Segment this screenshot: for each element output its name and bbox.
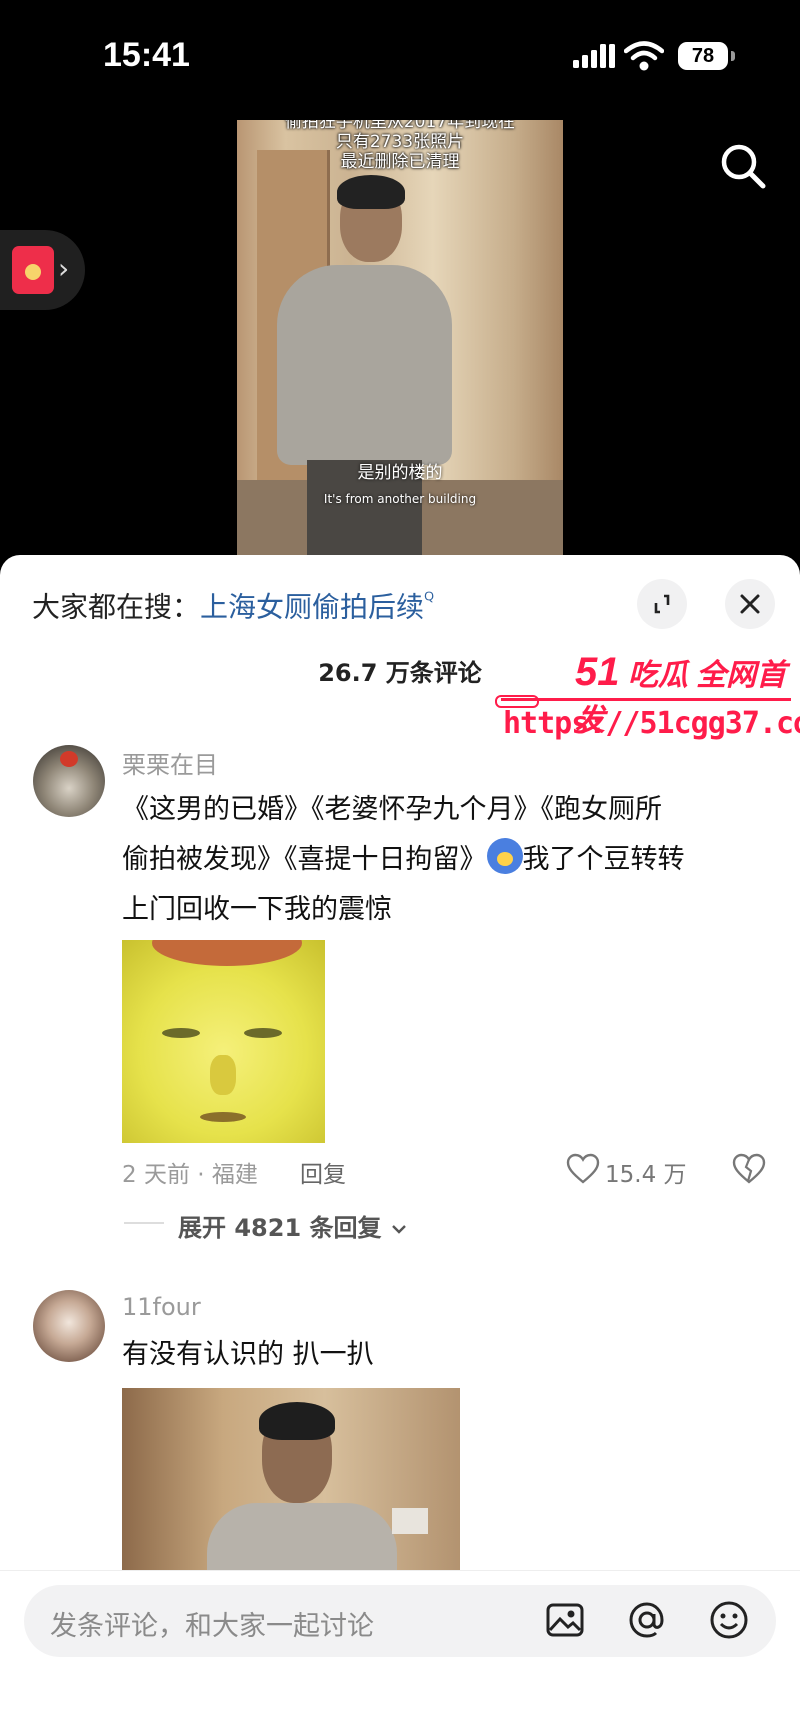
cellular-signal-icon: [573, 44, 615, 68]
reply-button[interactable]: 回复: [300, 1155, 346, 1189]
red-packet-coin: [25, 264, 41, 280]
hot-search-magnifier-icon: ꟴ: [424, 587, 435, 611]
hot-search-bar[interactable]: 大家都在搜：上海女厕偷拍后续ꟴ: [32, 585, 434, 625]
watermark-url: https://51cgg37.com: [503, 706, 800, 741]
video-player[interactable]: 偷拍狂手机里从2017年到现在 只有2733张照片 最近删除已清理 是别的楼的 …: [237, 120, 563, 555]
status-time: 15:41: [103, 36, 190, 74]
comment-text-segment: 偷拍被发现》《喜提十日拘留》: [122, 844, 487, 875]
comment-text-segment: 我了个豆转转: [522, 844, 685, 875]
comment-text-line: 《这男的已婚》《老婆怀孕九个月》《跑女厕所: [122, 794, 662, 825]
comment-composer: 发条评论，和大家一起讨论: [0, 1570, 800, 1736]
avatar[interactable]: [33, 745, 105, 817]
wifi-icon: [624, 41, 664, 71]
photo-wall-sign: [392, 1508, 428, 1534]
comment-text-line: 偷拍被发现》《喜提十日拘留》 我了个豆转转: [122, 835, 782, 885]
video-caption-line: 只有2733张照片: [335, 132, 465, 152]
video-caption-top: 偷拍狂手机里从2017年到现在 只有2733张照片 最近删除已清理: [237, 120, 563, 172]
status-bar: 15:41 78: [0, 0, 800, 120]
photo-person-body: [207, 1503, 397, 1573]
photo-person-hair: [259, 1402, 335, 1440]
comment-input-placeholder: 发条评论，和大家一起讨论: [50, 1611, 374, 1642]
hot-search-prefix: 大家都在搜：: [32, 590, 201, 624]
sticker-hat: [152, 940, 302, 966]
comment-image[interactable]: [122, 1388, 460, 1573]
search-icon[interactable]: [715, 138, 771, 194]
battery-indicator: 78: [678, 42, 728, 70]
close-button[interactable]: [725, 579, 775, 629]
dislike-icon[interactable]: [732, 1153, 766, 1185]
expand-icon: [654, 594, 670, 614]
expand-button[interactable]: [637, 579, 687, 629]
at-icon[interactable]: [624, 1597, 670, 1643]
red-packet-button[interactable]: ›: [0, 230, 85, 310]
comment-text-line: 上门回收一下我的震惊: [122, 894, 392, 925]
sticker-nose: [210, 1055, 236, 1095]
watermark: 51 吃瓜 全网首发 https://51cgg37.com: [495, 650, 800, 750]
expand-replies-label: 展开 4821 条回复: [178, 1214, 382, 1242]
emoji-icon[interactable]: [706, 1597, 752, 1643]
video-caption-line: 最近删除已清理: [340, 152, 460, 172]
video-person-body: [277, 265, 452, 465]
watermark-line: [501, 698, 791, 701]
comment-username[interactable]: 11four: [122, 1293, 201, 1321]
sticker-mouth: [200, 1112, 246, 1122]
avatar[interactable]: [33, 1290, 105, 1362]
comment-text: 有没有认识的 扒一扒: [122, 1339, 374, 1370]
expand-divider: [124, 1222, 164, 1224]
comment-username[interactable]: 栗栗在目: [122, 745, 218, 780]
heart-icon[interactable]: [566, 1153, 600, 1185]
like-count: 15.4 万: [605, 1162, 687, 1188]
chevron-right-icon: ›: [58, 252, 70, 285]
watermark-brand-num: 51: [575, 650, 620, 694]
expand-replies-button[interactable]: 展开 4821 条回复: [178, 1208, 408, 1243]
comment-sticker-image[interactable]: [122, 940, 325, 1143]
hot-search-link[interactable]: 上海女厕偷拍后续: [200, 590, 424, 623]
sticker-eye: [244, 1028, 282, 1038]
video-subtitle-en: It's from another building: [323, 492, 477, 506]
video-person-hair: [337, 175, 405, 209]
comment-text: 《这男的已婚》《老婆怀孕九个月》《跑女厕所 偷拍被发现》《喜提十日拘留》 我了个豆…: [122, 785, 782, 935]
sticker-eye: [162, 1028, 200, 1038]
video-caption-line: 偷拍狂手机里从2017年到现在: [284, 120, 516, 132]
comment-meta: 2 天前 · 福建: [122, 1162, 258, 1188]
comment-input[interactable]: 发条评论，和大家一起讨论: [24, 1585, 776, 1657]
close-icon: [740, 594, 760, 614]
image-icon[interactable]: [542, 1597, 588, 1643]
emoji-icon: [486, 838, 523, 874]
chevron-down-icon: [392, 1225, 406, 1234]
battery-nub: [731, 51, 735, 61]
avatar-apple: [60, 751, 78, 767]
video-subtitle-cn: 是别的楼的: [357, 463, 443, 483]
